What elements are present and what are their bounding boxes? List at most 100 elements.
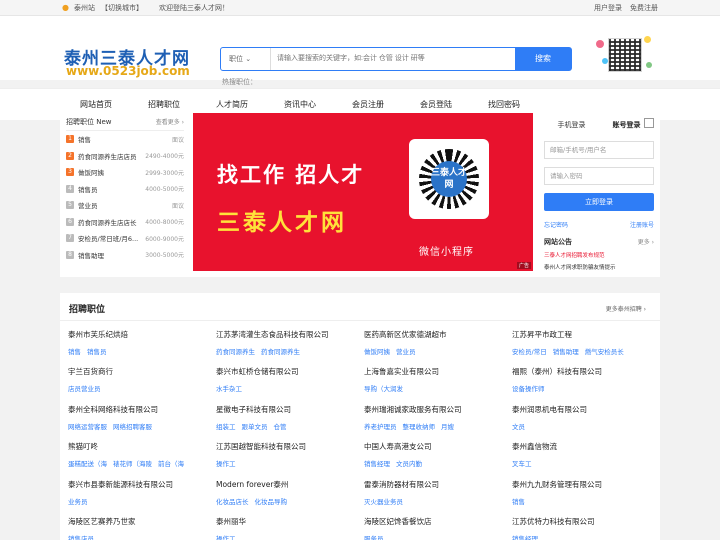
company-name-link[interactable]: 中国人寿高港支公司 [364,441,512,452]
company-name-link[interactable]: 泰州九九财务管理有限公司 [512,479,660,490]
job-tag-link[interactable]: 销售员 [87,348,107,356]
company-card: 星徽电子科技有限公司 组装工 跟单文员 仓管 [216,396,364,433]
search-button[interactable]: 搜索 [515,48,571,70]
job-tag-link[interactable]: 店员营业员 [68,385,101,393]
tab-phone-login[interactable]: 手机登录 [544,117,599,133]
header: 泰州三泰人才网 www.0523job.com 职位 ⌄ 搜索 热搜职位： [0,16,720,86]
job-tag-link[interactable]: 整理收纳师 [403,423,436,431]
latest-jobs-more-link[interactable]: 查看更多 › [156,117,184,130]
notice-item[interactable]: 三泰人才网招聘发布规范 [544,251,654,259]
job-tag-link[interactable]: 叉车工 [512,460,532,468]
forgot-password-link[interactable]: 忘记密码 [544,220,568,229]
job-tag-link[interactable]: 燃气安检员长 [585,348,624,356]
company-name-link[interactable]: 福熙（泰州）科技有限公司 [512,366,660,377]
company-name-link[interactable]: 上海鲁嘉实业有限公司 [364,366,512,377]
notice-more-link[interactable]: 更多 › [638,237,654,247]
listings-more-link[interactable]: 更多泰州招聘 › [606,304,646,313]
qr-login-icon[interactable] [644,118,654,128]
job-tag-link[interactable]: 蛋糕配送（海 [68,460,107,468]
company-name-link[interactable]: 泰兴市县泰新能源科技有限公司 [68,479,216,490]
company-card: 泰兴市县泰新能源科技有限公司 业务员 [68,471,216,508]
job-tag-link[interactable]: 销售助理 [553,348,579,356]
mini-program-label: 微信小程序 [419,247,474,258]
username-field[interactable]: 邮箱/手机号/用户名 [544,141,654,159]
company-name-link[interactable]: 江苏茅湾灌生态食品科技有限公司 [216,329,364,340]
company-name-link[interactable]: 泰州鑫信物流 [512,441,660,452]
user-login-link[interactable]: 用户登录 [594,3,622,13]
company-name-link[interactable]: 泰州市芙乐纪烘焙 [68,329,216,340]
job-tag-link[interactable]: 销售店员 [68,535,94,540]
job-list-item[interactable]: 2 药食同源养生店店员 2490-4000元 [66,148,184,165]
company-card: 江苏国越智能科技有限公司 操作工 [216,433,364,470]
company-name-link[interactable]: 泰州丽华 [216,516,364,527]
job-tag-link[interactable]: 前台（海 [158,460,184,468]
job-tag-link[interactable]: 裱花师（海陵 [113,460,152,468]
job-tag-link[interactable]: 服务员 [364,535,384,540]
company-name-link[interactable]: 宇兰百货商行 [68,366,216,377]
job-tag-link[interactable]: 销售 [512,498,525,506]
job-tag-link[interactable]: 设备操作师 [512,385,545,393]
job-tag-link[interactable]: 操作工 [216,460,236,468]
company-name-link[interactable]: 泰兴市虹桥仓储有限公司 [216,366,364,377]
job-tag-link[interactable]: 网络运营客服 [68,423,107,431]
job-tag-link[interactable]: 药食同源养生 [216,348,255,356]
latest-jobs-panel: 招聘职位 New 查看更多 › 1 销售 面议 2 药食同源养生店店员 2490-4000… [60,113,190,277]
job-tag-link[interactable]: 文员 [512,423,525,431]
rank-badge: 1 [66,135,74,144]
company-name-link[interactable]: 泰州润思机电有限公司 [512,404,660,415]
job-tag-link[interactable]: 跟单文员 [242,423,268,431]
company-name-link[interactable]: 医药高新区优家德湖超市 [364,329,512,340]
company-card: 江苏优特力科技有限公司销售经理 [512,508,660,540]
job-tag-link[interactable]: 安检员/常日 [512,348,547,356]
job-tag-link[interactable]: 化妆品店长 [216,498,249,506]
job-tag-link[interactable]: 药食同源养生 [261,348,300,356]
job-tag-link[interactable]: 化妆品导购 [255,498,288,506]
register-account-link[interactable]: 注册账号 [630,220,654,229]
company-name-link[interactable]: 泰州全科网络科技有限公司 [68,404,216,415]
job-list-item[interactable]: 5 营业员 面议 [66,197,184,214]
company-name-link[interactable]: 泰州瑞湘诚家政服务有限公司 [364,404,512,415]
job-tag-link[interactable]: 文员内勤 [396,460,422,468]
password-field[interactable]: 请输入密码 [544,167,654,185]
company-name-link[interactable]: 江苏优特力科技有限公司 [512,516,660,527]
login-button[interactable]: 立即登录 [544,193,654,211]
promo-banner[interactable]: 找工作 招人才 三泰人才网 三泰人才网 微信小程序 广告 [193,113,533,271]
job-tag-link[interactable]: 养老护理员 [364,423,397,431]
job-list-item[interactable]: 1 销售 面议 [66,131,184,148]
job-tag-link[interactable]: 月嫂 [441,423,454,431]
job-tag-link[interactable]: 做饭阿姨 [364,348,390,356]
job-tag-link[interactable]: 销售 [68,348,81,356]
company-name-link[interactable]: 江苏国越智能科技有限公司 [216,441,364,452]
job-tag-link[interactable]: 业务员 [68,498,88,506]
company-name-link[interactable]: 江苏昇平市政工程 [512,329,660,340]
job-tag-link[interactable]: 操作工 [216,535,236,540]
company-name-link[interactable]: 海陵区妃馋香餐饮店 [364,516,512,527]
job-list-item[interactable]: 4 销售员 4000-5000元 [66,181,184,198]
job-tag-link[interactable]: 销售经理 [512,535,538,540]
company-name-link[interactable]: 熊猫叮咚 [68,441,216,452]
job-tag-link[interactable]: 灭火器业务员 [364,498,403,506]
switch-city-link[interactable]: 【切换城市】 [101,3,143,13]
job-tag-link[interactable]: 营业员 [396,348,416,356]
job-tag-link[interactable]: 销售经理 [364,460,390,468]
register-link[interactable]: 免费注册 [630,3,658,13]
company-name-link[interactable]: 雷泰消防器材有限公司 [364,479,512,490]
job-tag-link[interactable]: 导购（大润发 [364,385,403,393]
search-type-select[interactable]: 职位 ⌄ [221,48,271,70]
job-list-item[interactable]: 6 药食同源养生店店长 4000-8000元 [66,214,184,231]
company-name-link[interactable]: Modern forever泰州 [216,479,364,490]
search-input[interactable] [271,48,515,70]
chevron-down-icon: ⌄ [245,55,252,63]
company-name-link[interactable]: 海陵区艺赛养乃世家 [68,516,216,527]
job-tag-link[interactable]: 网络招聘客服 [113,423,152,431]
company-name-link[interactable]: 星徽电子科技有限公司 [216,404,364,415]
job-salary: 2999-3000元 [145,169,184,177]
job-tag-link[interactable]: 水手杂工 [216,385,242,393]
job-list-item[interactable]: 7 安检员/常日班/月6... 6000-9000元 [66,230,184,247]
job-list-item[interactable]: 3 做饭阿姨 2999-3000元 [66,164,184,181]
job-tag-link[interactable]: 组装工 [216,423,236,431]
job-list-item[interactable]: 8 销售助理 3000-5000元 [66,247,184,264]
hero-section: 招聘职位 New 查看更多 › 1 销售 面议 2 药食同源养生店店员 2490-4000… [60,113,660,277]
notice-item[interactable]: 泰州人才网求职防骗友情提示 [544,263,654,271]
job-tag-link[interactable]: 仓管 [274,423,287,431]
